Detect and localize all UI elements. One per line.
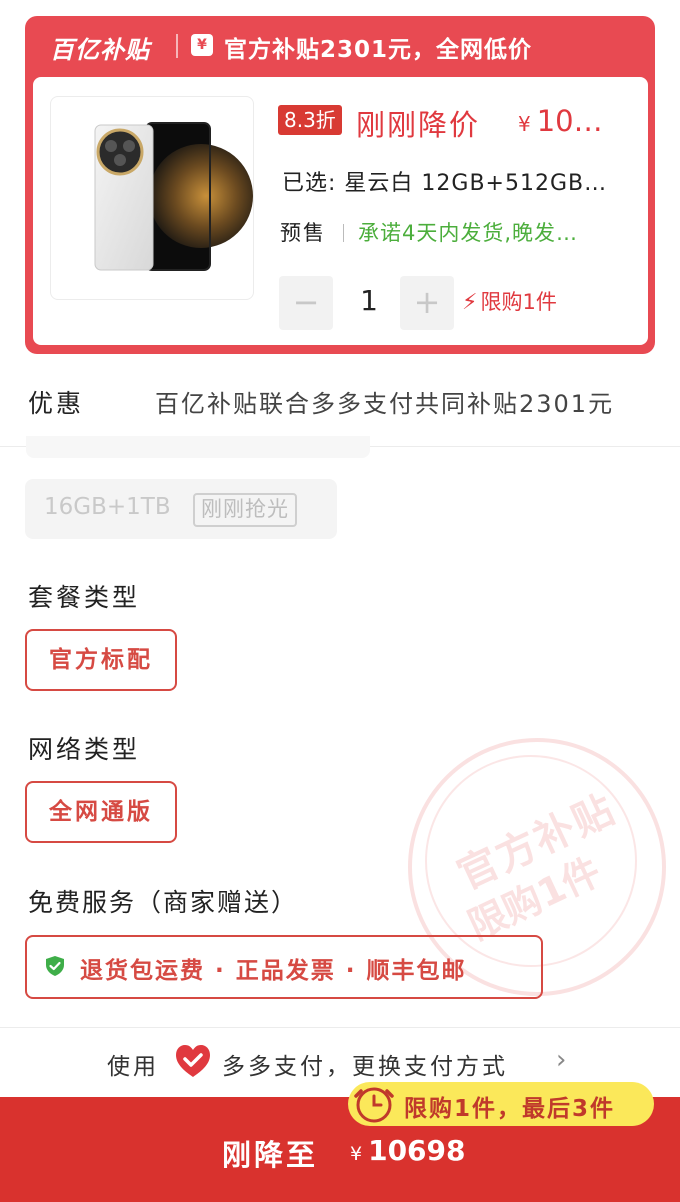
buy-button-label: 刚降至: [222, 1138, 319, 1172]
package-type-title: 套餐类型: [28, 583, 141, 612]
offer-label: 优惠: [28, 389, 85, 418]
increase-quantity-button[interactable]: +: [400, 276, 454, 330]
decrease-quantity-button[interactable]: −: [279, 276, 333, 330]
presale-divider: [343, 224, 344, 242]
discount-badge: 8.3折: [278, 105, 342, 135]
header-divider: [176, 34, 178, 58]
subsidy-logo: 百亿补贴: [50, 36, 150, 64]
shield-check-icon: [46, 956, 64, 976]
chevron-right-icon[interactable]: ›: [556, 1045, 566, 1075]
free-service-title: 免费服务（商家赠送）: [28, 888, 299, 917]
price-drop-label: 刚刚降价: [356, 108, 481, 142]
storage-spec: 16GB+1TB: [44, 494, 171, 520]
limit-badge-text: 限购1件，最后3件: [404, 1096, 616, 1122]
change-payment-method[interactable]: 多多支付，更换支付方式: [222, 1047, 508, 1081]
lightning-icon: ⚡: [462, 290, 478, 315]
section-divider: [0, 1027, 680, 1028]
yen-symbol: ¥: [518, 112, 531, 136]
price-value: 10…: [536, 104, 603, 138]
duoduo-pay-icon: [176, 1045, 210, 1077]
presale-label: 预售: [280, 221, 326, 245]
product-image[interactable]: [50, 96, 254, 300]
network-option-all[interactable]: 全网通版: [25, 781, 177, 843]
selected-variant[interactable]: 已选: 星云白 12GB+512GB…: [282, 165, 607, 197]
alarm-clock-icon: [354, 1087, 394, 1123]
buy-button-price: ¥10698: [350, 1134, 466, 1167]
sold-out-tag: 刚刚抢光: [193, 493, 297, 527]
purchase-limit-text: 限购1件: [480, 290, 557, 314]
purchase-limit: ⚡ 限购1件: [462, 286, 557, 316]
phone-illustration: [94, 122, 253, 271]
final-price: 10698: [368, 1134, 466, 1167]
service-items: 退货包运费 · 正品发票 · 顺丰包邮: [80, 958, 467, 984]
offer-text: 百亿补贴联合多多支付共同补贴2301元: [155, 390, 615, 418]
payment-prefix: 使用: [107, 1054, 159, 1080]
network-type-title: 网络类型: [28, 735, 141, 764]
yen-icon: ¥: [191, 34, 213, 56]
storage-option-partial[interactable]: [26, 436, 370, 458]
yen-symbol: ¥: [350, 1143, 363, 1165]
subsidy-text: 官方补贴2301元，全网低价: [224, 37, 533, 63]
quantity-value: 1: [360, 284, 378, 317]
shipping-promise: 承诺4天内发货,晚发…: [358, 221, 579, 245]
package-option-official[interactable]: 官方标配: [25, 629, 177, 691]
current-price: ¥10…: [518, 104, 603, 138]
